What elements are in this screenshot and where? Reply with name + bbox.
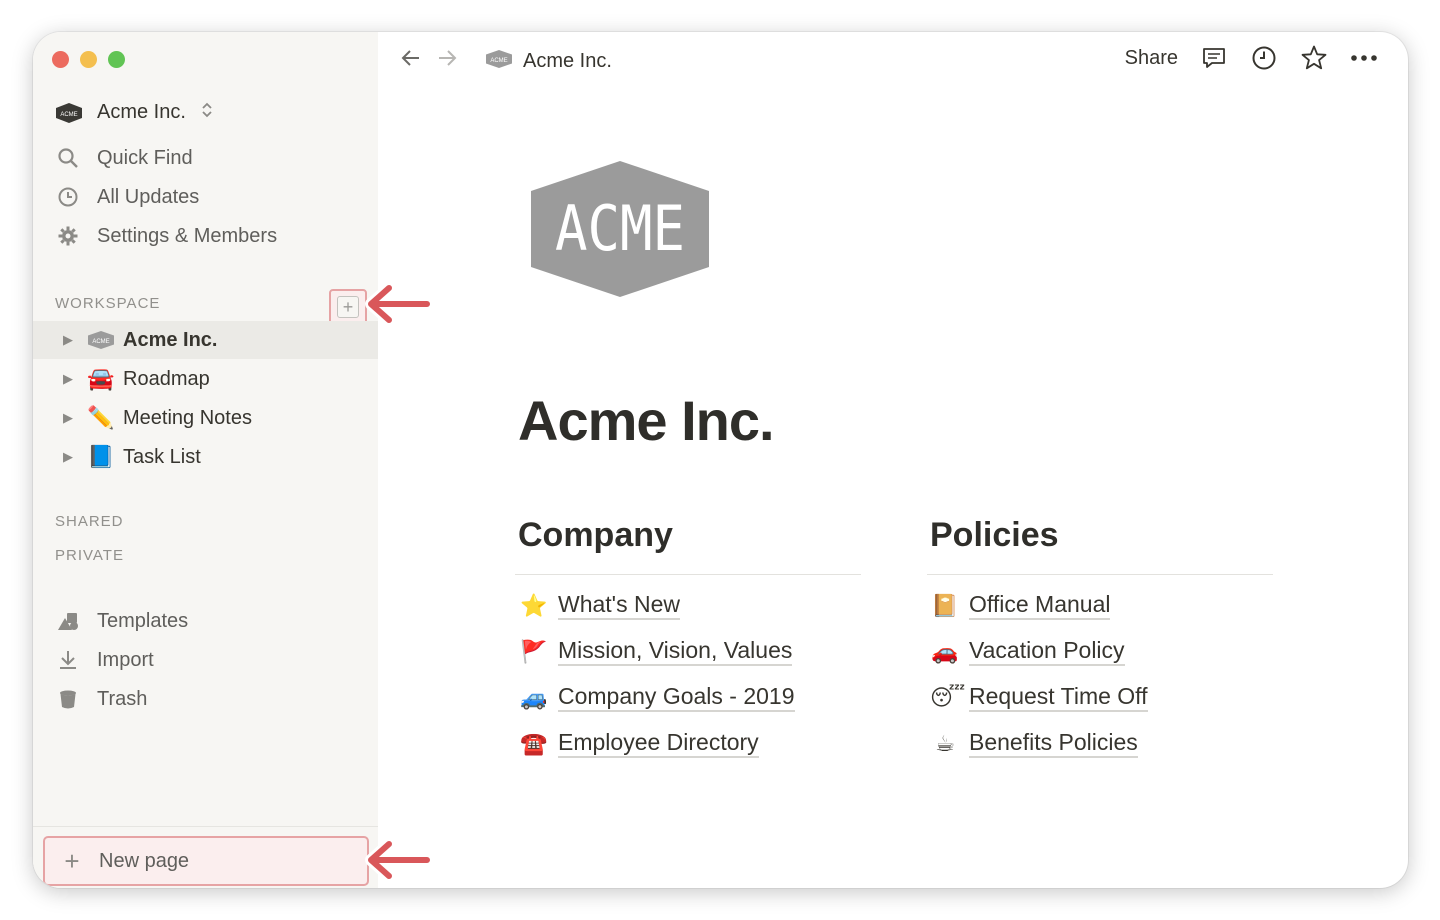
zoom-window-button[interactable] [108, 51, 125, 68]
sidebar-item-meeting-notes[interactable]: ▶ ✏️ Meeting Notes [33, 399, 378, 437]
divider [927, 574, 1273, 575]
new-page-label: New page [99, 849, 190, 872]
private-section-label[interactable]: PRIVATE [55, 547, 124, 564]
search-icon [55, 145, 81, 171]
trash-label: Trash [97, 687, 148, 710]
callout-arrow-icon [365, 838, 433, 882]
minimize-window-button[interactable] [80, 51, 97, 68]
link-label: Vacation Policy [969, 637, 1125, 667]
forward-arrow-icon[interactable] [435, 46, 459, 77]
workspace-name: Acme Inc. [97, 101, 186, 123]
notebook-emoji-icon: 📔 [931, 593, 959, 619]
chevron-up-down-icon [200, 100, 214, 125]
quick-find-label: Quick Find [97, 146, 193, 169]
svg-text:ACME: ACME [490, 58, 507, 64]
all-updates-item[interactable]: All Updates [55, 182, 199, 212]
plus-icon: + [337, 296, 359, 318]
expand-triangle-icon[interactable]: ▶ [63, 410, 73, 426]
app-window: ACME Acme Inc. Quick Find All Updates Se… [33, 32, 1408, 888]
svg-text:ACME: ACME [60, 112, 77, 118]
sleeping-face-emoji-icon: 😴 [930, 685, 966, 711]
car-emoji-icon: 🚘 [87, 366, 115, 391]
pencil-emoji-icon: ✏️ [87, 405, 115, 430]
sidebar: ACME Acme Inc. Quick Find All Updates Se… [33, 32, 378, 888]
telephone-emoji-icon: ☎️ [520, 731, 548, 757]
import-label: Import [97, 648, 154, 671]
acme-logo-icon: ACME [87, 330, 115, 350]
link-benefits-policies[interactable]: ☕ Benefits Policies [930, 729, 1138, 759]
callout-arrow-icon [365, 282, 433, 326]
templates-label: Templates [97, 609, 189, 632]
templates-icon [55, 608, 81, 634]
breadcrumb-label: Acme Inc. [523, 50, 612, 72]
svg-text:ACME: ACME [92, 339, 109, 345]
car-emoji-icon: 🚙 [520, 685, 548, 711]
window-controls [52, 51, 125, 68]
expand-triangle-icon[interactable]: ▶ [63, 332, 73, 348]
plus-icon: + [64, 846, 80, 876]
gear-icon [55, 223, 81, 249]
link-request-time-off[interactable]: 😴 Request Time Off [930, 683, 1148, 713]
star-icon[interactable] [1300, 44, 1328, 72]
star-emoji-icon: ⭐ [520, 593, 548, 619]
workspace-section-label: WORKSPACE [55, 295, 161, 312]
link-label: Employee Directory [558, 729, 759, 759]
shared-section-label[interactable]: SHARED [55, 513, 124, 530]
link-mission-vision-values[interactable]: 🚩 Mission, Vision, Values [519, 637, 793, 667]
divider [515, 574, 861, 575]
acme-logo-icon: ACME [55, 102, 83, 124]
link-vacation-policy[interactable]: 🚗 Vacation Policy [930, 637, 1125, 667]
quick-find-item[interactable]: Quick Find [55, 143, 193, 173]
topbar-actions: Share [1125, 44, 1378, 72]
link-office-manual[interactable]: 📔 Office Manual [930, 591, 1111, 621]
page-logo[interactable]: ACME [529, 159, 711, 304]
sidebar-item-task-list[interactable]: ▶ 📘 Task List [33, 438, 378, 476]
new-page-button[interactable]: + New page [43, 836, 369, 886]
more-icon[interactable] [1350, 44, 1378, 72]
sidebar-item-acme-inc[interactable]: ▶ ACME Acme Inc. [33, 321, 378, 359]
link-whats-new[interactable]: ⭐ What's New [519, 591, 680, 621]
link-label: Request Time Off [969, 683, 1148, 713]
blue-book-emoji-icon: 📘 [87, 444, 115, 469]
link-company-goals[interactable]: 🚙 Company Goals - 2019 [519, 683, 795, 713]
expand-triangle-icon[interactable]: ▶ [63, 449, 73, 465]
coffee-emoji-icon: ☕ [935, 731, 955, 757]
link-label: Mission, Vision, Values [558, 637, 793, 667]
policies-heading[interactable]: Policies [930, 516, 1059, 555]
link-employee-directory[interactable]: ☎️ Employee Directory [519, 729, 759, 759]
expand-triangle-icon[interactable]: ▶ [63, 371, 73, 387]
car-emoji-icon: 🚗 [931, 639, 959, 665]
link-label: Company Goals - 2019 [558, 683, 795, 713]
breadcrumb[interactable]: ACME Acme Inc. [485, 49, 612, 75]
share-button[interactable]: Share [1125, 47, 1178, 70]
back-arrow-icon[interactable] [399, 46, 423, 77]
page-title[interactable]: Acme Inc. [518, 388, 775, 453]
templates-item[interactable]: Templates [55, 606, 188, 636]
all-updates-label: All Updates [97, 185, 200, 208]
sidebar-item-label: Acme Inc. [123, 328, 218, 351]
history-clock-icon[interactable] [1250, 44, 1278, 72]
close-window-button[interactable] [52, 51, 69, 68]
comment-icon[interactable] [1200, 44, 1228, 72]
acme-logo-icon: ACME [485, 49, 513, 75]
settings-members-label: Settings & Members [97, 224, 278, 247]
trash-item[interactable]: Trash [55, 684, 147, 714]
clock-icon [55, 184, 81, 210]
import-item[interactable]: Import [55, 645, 154, 675]
logo-text: ACME [555, 192, 685, 265]
company-heading[interactable]: Company [518, 516, 673, 555]
import-icon [55, 647, 81, 673]
link-label: Office Manual [969, 591, 1111, 621]
sidebar-item-label: Task List [123, 445, 201, 468]
sidebar-item-roadmap[interactable]: ▶ 🚘 Roadmap [33, 360, 378, 398]
sidebar-item-label: Roadmap [123, 367, 210, 390]
workspace-switcher[interactable]: ACME Acme Inc. [55, 100, 214, 125]
link-label: Benefits Policies [969, 729, 1138, 759]
sidebar-item-label: Meeting Notes [123, 406, 252, 429]
settings-members-item[interactable]: Settings & Members [55, 221, 277, 251]
trash-icon [55, 686, 81, 712]
flag-emoji-icon: 🚩 [520, 639, 548, 665]
link-label: What's New [558, 591, 680, 621]
topbar-navigation: ACME Acme Inc. [399, 46, 612, 77]
